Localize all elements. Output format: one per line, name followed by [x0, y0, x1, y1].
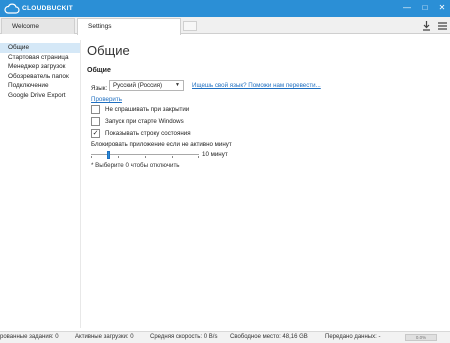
progress-bar: 0.0% — [405, 334, 437, 341]
sidebar-divider — [80, 40, 81, 328]
sidebar-item-download-manager[interactable]: Менеджер загрузок — [0, 62, 80, 72]
lock-timeout-label: Блокировать приложение если не активно м… — [91, 141, 232, 148]
page-title: Общие — [87, 43, 130, 58]
checkbox-label: Запуск при старте Windows — [105, 117, 184, 125]
tab-welcome[interactable]: Welcome — [1, 18, 75, 34]
checkbox-label: Показывать строку состояния — [105, 129, 191, 137]
transferred-status: Передано данных: - — [325, 334, 381, 340]
lock-timeout-value: 10 минут — [202, 151, 228, 158]
checkbox-row-show-status-bar[interactable]: ✓ Показывать строку состояния — [91, 128, 191, 138]
cloud-logo-icon — [4, 3, 20, 14]
settings-sidebar: Общие Стартовая страница Менеджер загруз… — [0, 43, 80, 100]
active-downloads-status: Активные загрузки: 0 — [75, 334, 134, 340]
dont-ask-on-close-checkbox[interactable] — [91, 104, 100, 114]
sidebar-item-google-drive-export[interactable]: Google Drive Export — [0, 91, 80, 101]
sidebar-item-start-page[interactable]: Стартовая страница — [0, 53, 80, 63]
sidebar-item-folder-explorer[interactable]: Обозреватель папок — [0, 72, 80, 82]
chevron-down-icon: ▼ — [175, 82, 180, 88]
tab-bar: Welcome Settings — [0, 17, 450, 35]
check-link[interactable]: Проверить — [91, 96, 122, 103]
maximize-button[interactable]: □ — [418, 1, 432, 15]
tab-settings[interactable]: Settings — [77, 18, 181, 35]
language-label: Язык: — [91, 85, 108, 92]
sidebar-item-connection[interactable]: Подключение — [0, 81, 80, 91]
slider-tick — [172, 156, 173, 158]
slider-tick — [145, 156, 146, 158]
section-title: Общие — [87, 67, 111, 74]
average-speed-status: Средняя скорость: 0 B/s — [150, 334, 218, 340]
title-bar: CLOUDBUCKIT — □ ✕ — [0, 0, 450, 17]
translate-help-link[interactable]: Ищешь свой язык? Поможи нам перевести... — [192, 82, 321, 89]
checkbox-label: Не спрашивать при закрытии — [105, 105, 190, 113]
tab-label: Welcome — [12, 23, 39, 30]
download-icon[interactable] — [420, 19, 432, 32]
slider-tick — [118, 156, 119, 158]
language-select[interactable]: Русский (Россия) ▼ — [109, 80, 184, 91]
lock-timeout-hint: * Выберите 0 чтобы отключить — [91, 162, 180, 169]
minimize-button[interactable]: — — [400, 1, 414, 15]
launch-on-startup-checkbox[interactable] — [91, 116, 100, 126]
menu-icon[interactable] — [436, 19, 448, 32]
app-name: CLOUDBUCKIT — [22, 5, 73, 12]
close-button[interactable]: ✕ — [435, 1, 449, 15]
checkbox-row-launch-on-startup[interactable]: Запуск при старте Windows — [91, 116, 184, 126]
show-status-bar-checkbox[interactable]: ✓ — [91, 128, 100, 138]
sidebar-item-general[interactable]: Общие — [0, 43, 80, 53]
status-bar: рованные задания: 0 Активные загрузки: 0… — [0, 331, 450, 343]
queued-tasks-status: рованные задания: 0 — [0, 334, 59, 340]
slider-thumb[interactable] — [107, 151, 110, 159]
checkbox-row-dont-ask-on-close[interactable]: Не спрашивать при закрытии — [91, 104, 189, 114]
language-value: Русский (Россия) — [113, 82, 163, 89]
tab-label: Settings — [88, 23, 112, 30]
free-space-status: Свободное место: 48,16 GB — [230, 334, 308, 340]
slider-tick — [91, 156, 92, 158]
new-tab-button[interactable] — [183, 21, 197, 31]
lock-timeout-slider[interactable] — [91, 151, 199, 159]
slider-tick — [198, 156, 199, 158]
